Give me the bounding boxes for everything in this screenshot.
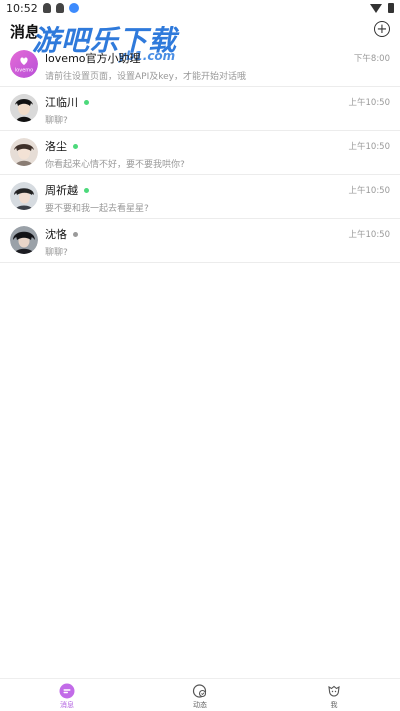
conversation-row[interactable]: lovemo lovemo官方小助理 下午8:00 请前往设置页面，设置API及… [0, 43, 400, 87]
online-status-dot [84, 99, 89, 105]
message-time: 上午10:50 [348, 142, 391, 152]
contact-name: 洛尘 [45, 140, 67, 153]
message-preview: 聊聊? [45, 248, 68, 258]
message-preview: 请前往设置页面，设置API及key，才能开始对话哦 [45, 72, 246, 82]
avatar [10, 226, 38, 254]
status-time: 10:52 [6, 1, 38, 15]
conversation-row[interactable]: 周祈越 上午10:50 要不要和我一起去看星星? [0, 175, 400, 219]
nav-moments[interactable]: 动态 [170, 683, 230, 710]
conversation-row[interactable]: 沈恪 上午10:50 聊聊? [0, 219, 400, 263]
contact-name: 江临川 [45, 96, 78, 109]
person-icon [55, 3, 64, 13]
battery-icon [388, 3, 394, 13]
avatar [10, 138, 38, 166]
avatar [10, 94, 38, 122]
conversation-row[interactable]: 洛尘 上午10:50 你看起来心情不好，要不要我哄你? [0, 131, 400, 175]
message-preview: 要不要和我一起去看星星? [45, 204, 149, 214]
nav-messages-label: 消息 [60, 701, 74, 709]
person-icon [42, 3, 51, 13]
conversation-row[interactable]: 江临川 上午10:50 聊聊? [0, 87, 400, 131]
avatar: lovemo [10, 50, 38, 78]
contact-name: lovemo官方小助理 [45, 52, 141, 65]
chat-bubble-icon [59, 683, 75, 699]
conversation-list: lovemo lovemo官方小助理 下午8:00 请前往设置页面，设置API及… [0, 43, 400, 263]
message-time: 上午10:50 [348, 98, 391, 108]
notification-icon [68, 3, 79, 13]
avatar [10, 182, 38, 210]
bottom-nav: 消息 动态 我 [0, 678, 400, 711]
message-time: 上午10:50 [348, 230, 391, 240]
message-preview: 你看起来心情不好，要不要我哄你? [45, 160, 185, 170]
message-time: 上午10:50 [348, 186, 391, 196]
moments-icon [192, 684, 207, 698]
app-header: 消息 游吧乐下载 + [0, 16, 400, 57]
svg-text:lovemo: lovemo [15, 68, 33, 74]
online-status-dot [73, 143, 78, 149]
online-status-dot [84, 187, 89, 193]
contact-name: 周祈越 [45, 184, 78, 197]
nav-me[interactable]: 我 [304, 683, 364, 710]
message-preview: 聊聊? [45, 116, 68, 126]
nav-messages[interactable]: 消息 [37, 683, 97, 710]
plus-icon: + [376, 21, 388, 37]
offline-status-dot [73, 231, 78, 237]
nav-me-label: 我 [330, 701, 338, 709]
status-bar: 10:52 [0, 0, 400, 16]
wifi-icon [370, 3, 382, 13]
profile-face-icon [328, 685, 340, 697]
add-button[interactable]: + [374, 21, 390, 37]
nav-moments-label: 动态 [193, 701, 207, 709]
contact-name: 沈恪 [45, 228, 67, 241]
message-time: 下午8:00 [353, 54, 390, 64]
